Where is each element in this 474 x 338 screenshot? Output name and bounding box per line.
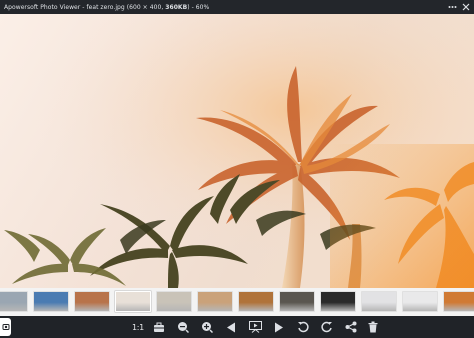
thumbnail-item[interactable] (156, 291, 192, 312)
thumbnail-item[interactable] (74, 291, 110, 312)
thumbnail-item[interactable] (238, 291, 274, 312)
thumbnail-item[interactable] (320, 291, 356, 312)
thumbnail-item[interactable] (33, 291, 69, 312)
window-title: Apowersoft Photo Viewer - feat zero.jpg … (0, 4, 209, 11)
thumbnail-item[interactable] (279, 291, 315, 312)
rotate-right-icon[interactable] (320, 320, 334, 334)
next-icon[interactable] (272, 320, 286, 334)
file-name: feat zero.jpg (86, 3, 125, 11)
app-name: Apowersoft Photo Viewer (4, 3, 81, 11)
thumbnail-item[interactable] (443, 291, 474, 312)
zoom-out-icon[interactable] (176, 320, 190, 334)
delete-icon[interactable] (366, 320, 380, 334)
palm-tree-photo (0, 14, 474, 288)
zoom-level: - 60% (191, 3, 210, 11)
thumbnail-item[interactable] (115, 291, 151, 312)
share-icon[interactable] (344, 320, 358, 334)
title-bar: Apowersoft Photo Viewer - feat zero.jpg … (0, 0, 474, 14)
rotate-left-icon[interactable] (296, 320, 310, 334)
thumbnail-item[interactable] (402, 291, 438, 312)
screenshot-icon[interactable] (0, 318, 11, 336)
thumbnail-item[interactable] (0, 291, 28, 312)
actual-size-button[interactable]: 1:1 (130, 320, 146, 334)
image-dimensions: (600 × 400, (126, 3, 164, 11)
zoom-in-icon[interactable] (200, 320, 214, 334)
thumbnail-strip[interactable] (0, 288, 474, 316)
ellipsis-icon[interactable] (446, 1, 458, 13)
toolbox-icon[interactable] (152, 320, 166, 334)
previous-icon[interactable] (224, 320, 238, 334)
file-size: 360KB (165, 3, 188, 11)
actual-size-label: 1:1 (132, 322, 144, 332)
thumbnail-item[interactable] (361, 291, 397, 312)
thumbnail-item[interactable] (197, 291, 233, 312)
photo-canvas[interactable] (0, 14, 474, 288)
dims-close: ) (187, 3, 190, 11)
close-icon[interactable] (460, 1, 472, 13)
bottom-toolbar: 1:1 (0, 316, 474, 338)
slideshow-icon[interactable] (248, 320, 262, 334)
